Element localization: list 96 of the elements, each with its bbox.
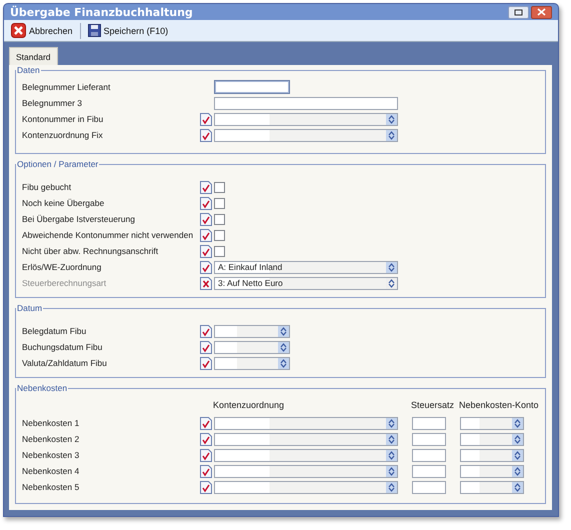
checkmark-document-icon[interactable] [200, 212, 212, 226]
checkmark-document-icon[interactable] [200, 480, 212, 494]
combo-box[interactable] [460, 416, 524, 430]
checkmark-document-icon[interactable] [200, 228, 212, 242]
input-field[interactable] [412, 464, 446, 478]
combo-box[interactable] [460, 480, 524, 494]
field-label: Nebenkosten 1 [22, 417, 80, 430]
spin-icon[interactable] [278, 326, 289, 336]
field-label: Buchungsdatum Fibu [22, 341, 104, 354]
field-label: Nicht über abw. Rechnungsanschrift [22, 245, 160, 258]
spin-icon[interactable] [386, 434, 397, 444]
column-header: Nebenkosten-Konto [459, 400, 539, 410]
spin-icon[interactable] [278, 342, 289, 352]
close-button[interactable] [531, 6, 552, 19]
input-field[interactable] [412, 448, 446, 462]
checkmark-document-icon[interactable] [200, 432, 212, 446]
group-title: Daten [16, 65, 41, 75]
field-label: Erlös/WE-Zuordnung [22, 261, 102, 274]
spin-icon[interactable] [512, 466, 523, 476]
spin-icon[interactable] [386, 114, 397, 124]
field-label: Fibu gebucht [22, 181, 72, 194]
group-title: Nebenkosten [16, 383, 68, 393]
combo-box[interactable] [460, 432, 524, 446]
checkmark-document-icon[interactable] [200, 356, 212, 370]
spin-icon[interactable] [386, 482, 397, 492]
field-label: Nebenkosten 2 [22, 433, 80, 446]
checkmark-document-icon[interactable] [200, 180, 212, 194]
checkmark-document-icon[interactable] [200, 324, 212, 338]
checkmark-document-icon[interactable] [200, 448, 212, 462]
field-label: Noch keine Übergabe [22, 197, 106, 210]
toolbar-button[interactable]: Speichern (F10) [84, 22, 172, 40]
checkmark-document-icon[interactable] [200, 260, 212, 274]
input-field[interactable] [412, 480, 446, 494]
spin-icon[interactable] [386, 466, 397, 476]
tab[interactable]: Standard [9, 47, 58, 65]
spin-icon[interactable] [386, 130, 397, 140]
field-label: Belegnummer 3 [22, 97, 84, 110]
input-field[interactable] [214, 80, 290, 94]
input-field[interactable] [214, 96, 398, 110]
spin-icon[interactable] [512, 450, 523, 460]
restore-button[interactable] [508, 6, 529, 19]
combo-box[interactable] [460, 448, 524, 462]
window-title: Übergabe Finanzbuchhaltung [10, 6, 193, 19]
checkbox[interactable] [214, 198, 225, 208]
combo-box[interactable] [214, 340, 290, 354]
spin-icon[interactable] [512, 434, 523, 444]
cancel-icon [11, 23, 26, 38]
checkmark-document-icon[interactable] [200, 128, 212, 142]
column-header: Kontenzuordnung [212, 400, 286, 410]
field-label: Belegdatum Fibu [22, 325, 88, 338]
group-title: Datum [16, 303, 44, 313]
combo-box[interactable] [214, 432, 398, 446]
spin-icon[interactable] [512, 418, 523, 428]
spin-icon[interactable] [512, 482, 523, 492]
combo-box[interactable] [214, 128, 398, 142]
combo-box[interactable] [214, 416, 398, 430]
checkmark-document-icon[interactable] [200, 416, 212, 430]
field-label: Nebenkosten 5 [22, 481, 80, 494]
column-header: Steuersatz [411, 400, 456, 410]
spin-icon[interactable] [386, 278, 397, 288]
spin-icon[interactable] [386, 450, 397, 460]
checkbox[interactable] [214, 214, 225, 224]
field-label: Valuta/Zahldatum Fibu [22, 357, 108, 370]
field-label: Steuerberechnungsart [22, 277, 108, 290]
checkmark-document-icon[interactable] [200, 112, 212, 126]
checkbox[interactable] [214, 246, 225, 256]
checkbox[interactable] [214, 182, 225, 192]
input-field[interactable] [412, 432, 446, 446]
field-label: Abweichende Kontonummer nicht verwenden [22, 229, 194, 242]
field-label: Nebenkosten 3 [22, 449, 80, 462]
spin-icon[interactable] [278, 358, 289, 368]
field-label: Bei Übergabe Istversteuerung [22, 213, 136, 226]
combo-box[interactable] [214, 112, 398, 126]
combo-box[interactable]: A: Einkauf Inland [214, 260, 398, 274]
input-field[interactable] [412, 416, 446, 430]
field-label: Belegnummer Lieferant [22, 81, 112, 94]
checkmark-document-icon[interactable] [200, 244, 212, 258]
checkbox[interactable] [214, 230, 225, 240]
combo-box[interactable] [214, 324, 290, 338]
combo-box[interactable] [214, 356, 290, 370]
restore-icon [514, 8, 523, 16]
checkmark-document-icon[interactable] [200, 464, 212, 478]
spin-icon[interactable] [386, 262, 397, 272]
field-label: Nebenkosten 4 [22, 465, 80, 478]
combo-box[interactable] [214, 448, 398, 462]
field-label: Kontenzuordnung Fix [22, 129, 104, 142]
combo-box[interactable] [214, 480, 398, 494]
checkmark-document-icon[interactable] [200, 340, 212, 354]
combo-box[interactable] [460, 464, 524, 478]
spin-icon[interactable] [386, 418, 397, 428]
group-title: Optionen / Parameter [16, 159, 100, 169]
field-label: Kontonummer in Fibu [22, 113, 104, 126]
toolbar-button[interactable]: Abbrechen [8, 21, 76, 40]
checkmark-document-icon[interactable] [200, 196, 212, 210]
close-icon [537, 8, 546, 16]
combo-box[interactable] [214, 464, 398, 478]
